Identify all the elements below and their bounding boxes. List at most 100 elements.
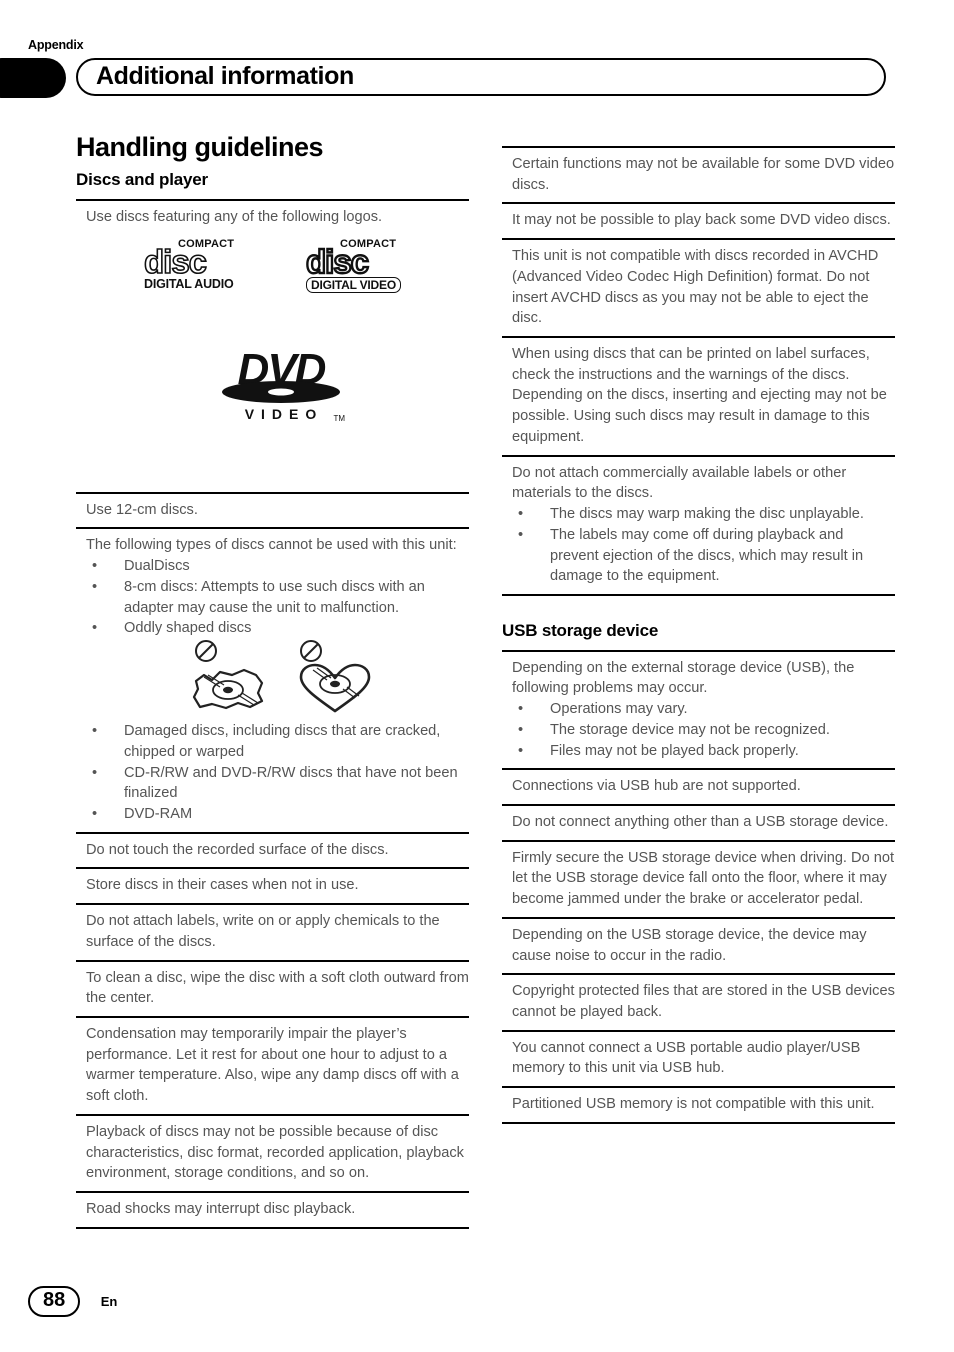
note-row: Firmly secure the USB storage device whe… (502, 842, 895, 919)
note-text: Use discs featuring any of the following… (86, 209, 383, 226)
note-text: Do not attach labels, write on or apply … (86, 913, 440, 950)
list-item: • The labels may come off during playback… (512, 525, 895, 587)
note-text: The following types of discs cannot be u… (86, 537, 457, 554)
irregular-disc-svg (192, 640, 264, 710)
language-code: En (100, 1294, 118, 1309)
list-item-text: 8-cm discs: Attempts to use such discs w… (124, 578, 425, 616)
list-item: • DualDiscs (86, 556, 469, 577)
note-text: Store discs in their cases when not in u… (86, 877, 359, 894)
note-bullet-list: • Operations may vary. • The storage devic… (512, 699, 895, 761)
note-row: Do not attach labels, write on or apply … (76, 905, 469, 962)
list-item-text: The storage device may not be recognized… (550, 721, 830, 738)
cd-video-bottom-label: DIGITAL VIDEO (306, 277, 401, 294)
note-row: Do not connect anything other than a USB… (502, 806, 895, 842)
note-text: It may not be possible to play back some… (512, 212, 891, 229)
bullet-glyph: • (518, 701, 524, 718)
compact-disc-digital-video-icon: COMPACT disc DIGITAL VIDEO (305, 238, 401, 294)
note-row: Road shocks may interrupt disc playback. (76, 1193, 469, 1229)
note-row: Do not touch the recorded surface of the… (76, 834, 469, 870)
list-item-text: DualDiscs (124, 558, 190, 575)
note-text: Certain functions may not be available f… (512, 156, 895, 193)
bullet-glyph: • (92, 723, 98, 740)
chapter-tab-marker (0, 58, 66, 98)
note-row: When using discs that can be printed on … (502, 338, 895, 457)
dvd-disc-ellipse (222, 380, 340, 403)
note-row: The following types of discs cannot be u… (76, 529, 469, 834)
note-text: Connections via USB hub are not supporte… (512, 778, 801, 795)
list-item: • DVD-RAM (86, 804, 469, 825)
page-number: 88 (28, 1286, 81, 1317)
left-column: Handling guidelines Discs and player Use… (76, 133, 469, 1229)
section-heading-discs-and-player: Discs and player (76, 170, 208, 190)
appendix-label: Appendix (28, 38, 84, 52)
bullet-glyph: • (92, 805, 98, 822)
list-item-text: DVD-RAM (124, 805, 193, 822)
bullet-glyph: • (518, 721, 524, 738)
note-text: Do not attach commercially available lab… (512, 464, 847, 502)
note-text: Do not connect anything other than a USB… (512, 813, 889, 830)
list-item-text: Oddly shaped discs (124, 620, 252, 637)
chapter-title-pill: Additional information (76, 58, 886, 96)
list-item: • The discs may warp making the disc unpl… (512, 504, 895, 525)
bullet-glyph: • (92, 764, 98, 781)
note-row: To clean a disc, wipe the disc with a so… (76, 962, 469, 1018)
note-text: Firmly secure the USB storage device whe… (512, 849, 895, 908)
note-row: This unit is not compatible with discs r… (502, 240, 895, 339)
note-row: It may not be possible to play back some… (502, 204, 895, 241)
note-text: Road shocks may interrupt disc playback. (86, 1201, 356, 1217)
note-text: When using discs that can be printed on … (512, 346, 887, 445)
cd-video-word: disc (305, 242, 370, 280)
dvd-trademark-label: TM (333, 413, 345, 423)
cd-audio-word: disc (143, 242, 208, 280)
disc-notes-continued-list: Certain functions may not be available f… (502, 146, 895, 596)
right-column: Certain functions may not be available f… (502, 146, 895, 1124)
list-item: • Operations may vary. (512, 699, 895, 720)
list-item: • Oddly shaped discs (86, 618, 469, 639)
heart-disc-svg (299, 640, 371, 713)
list-item: • The storage device may not be recognize… (512, 720, 895, 741)
note-bullet-list-continued: • Damaged discs, including discs that are… (86, 721, 469, 825)
oddly-shaped-disc-figures (86, 640, 469, 719)
list-item-text: Operations may vary. (550, 701, 688, 718)
note-text: This unit is not compatible with discs r… (512, 248, 879, 327)
note-bullet-list: • The discs may warp making the disc unpl… (512, 504, 895, 587)
chapter-title: Additional information (96, 61, 354, 90)
note-row: Depending on the external storage device… (502, 652, 895, 771)
list-item: • Files may not be played back properly. (512, 741, 895, 762)
list-item: • 8-cm discs: Attempts to use such discs … (86, 577, 469, 618)
note-row: Use 12-cm discs. (76, 494, 469, 530)
note-row: Use discs featuring any of the following… (76, 201, 469, 230)
section-heading-usb-storage-device: USB storage device (502, 620, 659, 640)
chapter-header-band: Additional information (0, 58, 954, 98)
heart-shaped-disc-prohibited-icon (291, 639, 387, 724)
note-row: Do not attach commercially available lab… (502, 457, 895, 596)
note-text: Depending on the USB storage device, the… (512, 926, 867, 964)
discs-notes-list: Use 12-cm discs. The following types of … (76, 491, 469, 1229)
bullet-glyph: • (518, 526, 524, 543)
note-text: Do not touch the recorded surface of the… (86, 841, 389, 858)
cd-audio-bottom-label: DIGITAL AUDIO (144, 277, 234, 292)
bullet-glyph: • (518, 506, 524, 523)
note-row: Partitioned USB memory is not compatible… (502, 1088, 895, 1124)
note-row: You cannot connect a USB portable audio … (502, 1032, 895, 1089)
list-item-text: The discs may warp making the disc unpla… (550, 506, 864, 523)
page-title: Handling guidelines (76, 132, 324, 162)
bullet-glyph: • (92, 578, 98, 595)
note-text: Condensation may temporarily impair the … (86, 1025, 459, 1105)
disc-logos-figure: COMPACT disc DIGITAL AUDIO COMPACT disc … (76, 230, 469, 492)
irregular-shaped-disc-prohibited-icon (186, 639, 282, 724)
note-bullet-list: • DualDiscs • 8-cm discs: Attempts to use … (86, 556, 469, 639)
bullet-glyph: • (92, 620, 98, 637)
discs-intro-note-group: Use discs featuring any of the following… (76, 199, 469, 492)
list-item-text: Damaged discs, including discs that are … (124, 723, 441, 760)
bullet-glyph: • (518, 742, 524, 759)
note-row: Copyright protected files that are store… (502, 975, 895, 1032)
note-text: Use 12-cm discs. (86, 501, 198, 518)
list-item: • Damaged discs, including discs that are… (86, 721, 469, 762)
list-item-text: The labels may come off during playback … (550, 526, 864, 585)
note-text: Playback of discs may not be possible be… (86, 1123, 464, 1182)
usb-notes-list: Depending on the external storage device… (502, 649, 895, 1124)
note-row: Certain functions may not be available f… (502, 148, 895, 205)
bullet-glyph: • (92, 558, 98, 575)
note-row: Store discs in their cases when not in u… (76, 869, 469, 906)
